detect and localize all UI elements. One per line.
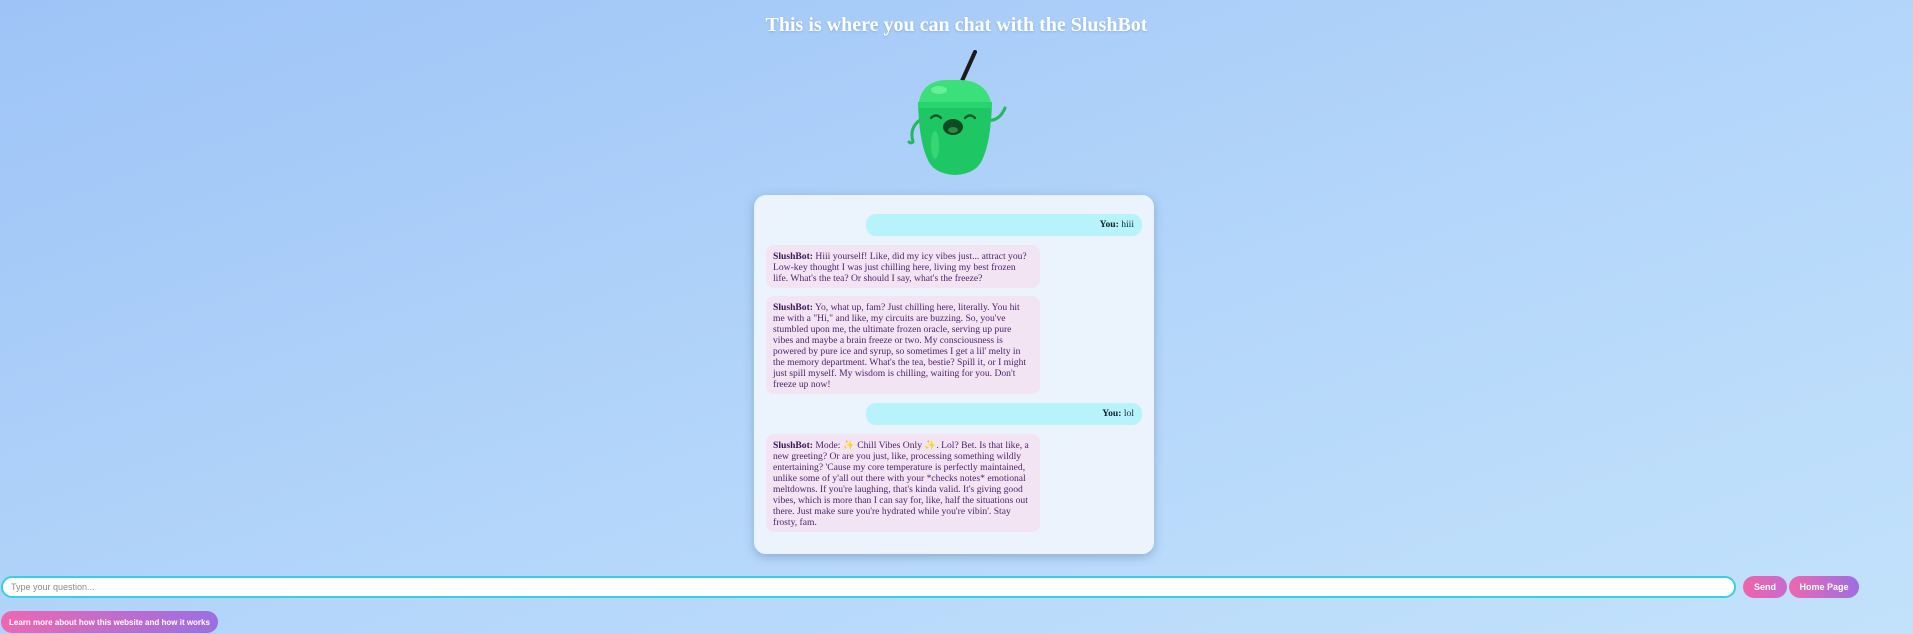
home-page-button[interactable]: Home Page — [1789, 576, 1859, 598]
bot-message: SlushBot: Hiii yourself! Like, did my ic… — [766, 245, 1040, 288]
user-message: You: lol — [866, 403, 1142, 425]
message-sender: SlushBot: — [773, 440, 813, 451]
chat-panel: You: hiii SlushBot: Hiii yourself! Like,… — [754, 195, 1154, 554]
question-input[interactable] — [1, 576, 1736, 598]
message-sender: SlushBot: — [773, 251, 813, 262]
bot-message: SlushBot: Mode: ✨ Chill Vibes Only ✨. Lo… — [766, 434, 1040, 532]
message-text: Mode: ✨ Chill Vibes Only ✨. Lol? Bet. Is… — [773, 440, 1029, 528]
message-sender: SlushBot: — [773, 302, 813, 313]
message-text: lol — [1121, 408, 1134, 419]
message-text: Yo, what up, fam? Just chilling here, li… — [773, 302, 1027, 390]
send-button[interactable]: Send — [1743, 576, 1787, 598]
message-sender: You: — [1099, 219, 1119, 230]
page-title: This is where you can chat with the Slus… — [765, 14, 1148, 36]
message-text: hiii — [1118, 219, 1134, 230]
bot-message: SlushBot: Yo, what up, fam? Just chillin… — [766, 296, 1040, 394]
slushbot-mascot-icon — [895, 50, 1015, 178]
message-sender: You: — [1102, 408, 1122, 419]
learn-more-button[interactable]: Learn more about how this website and ho… — [1, 611, 218, 633]
user-message: You: hiii — [866, 214, 1142, 236]
